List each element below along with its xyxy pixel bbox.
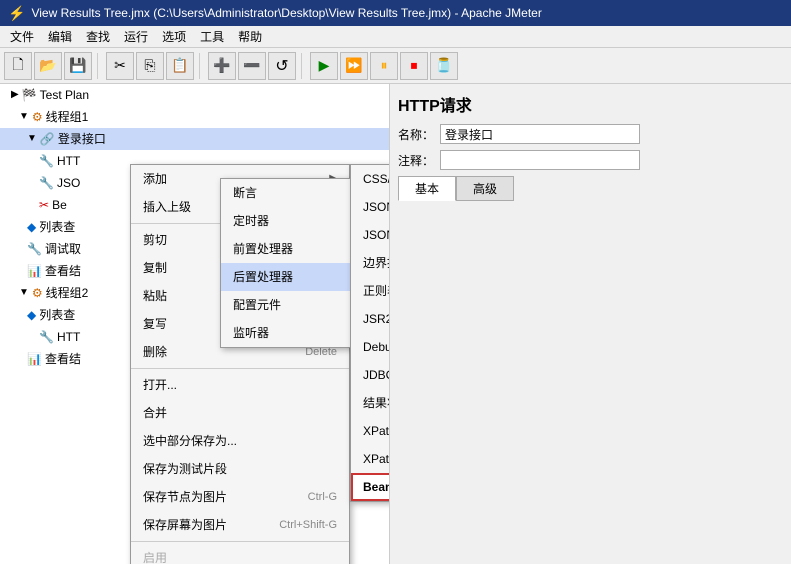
menu-help[interactable]: 帮助: [232, 26, 268, 47]
app-icon: ⚡: [8, 5, 25, 22]
threadgroup1-icon: ⚙: [32, 108, 43, 126]
menu-options[interactable]: 选项: [156, 26, 192, 47]
menu-find[interactable]: 查找: [80, 26, 116, 47]
menu-file[interactable]: 文件: [4, 26, 40, 47]
pp-xpath[interactable]: XPath提取器: [351, 417, 390, 445]
expand-icon-login: ▼: [27, 130, 37, 148]
tree-node-threadgroup1[interactable]: ▼ ⚙ 线程组1: [0, 106, 389, 128]
menu-edit[interactable]: 编辑: [42, 26, 78, 47]
ctx-enable[interactable]: 启用: [131, 544, 349, 564]
name-label: 名称：: [398, 126, 434, 143]
ctx-save-selection[interactable]: 选中部分保存为...: [131, 427, 349, 455]
play-fast-button[interactable]: ⏩: [340, 52, 368, 80]
tabs-bar: 基本 高级: [398, 176, 783, 201]
jso-icon: 🔧: [39, 174, 54, 192]
submenu-postprocessor: CSS/jQuery提取器 JSON提取器 JSON JMESPath Extr…: [350, 164, 390, 502]
copy-button[interactable]: ⎘: [136, 52, 164, 80]
paste-button[interactable]: 📋: [166, 52, 194, 80]
pp-xpath2[interactable]: XPath2 Extractor: [351, 445, 390, 473]
ctx-merge[interactable]: 合并: [131, 399, 349, 427]
tree-panel: ▶ 🏁 Test Plan ▼ ⚙ 线程组1 ▼ 🔗 登录接口 🔧 HTT 🔧 …: [0, 84, 390, 564]
cut-button[interactable]: ✂: [106, 52, 134, 80]
testplan-icon: 🏁: [22, 86, 37, 104]
menu-bar: 文件 编辑 查找 运行 选项 工具 帮助: [0, 26, 791, 48]
open-button[interactable]: 📂: [34, 52, 62, 80]
menu-tools[interactable]: 工具: [194, 26, 230, 47]
reset-button[interactable]: ↺: [268, 52, 296, 80]
ctx-sep-2: [131, 368, 349, 369]
menu-run[interactable]: 运行: [118, 26, 154, 47]
pp-json-jmes[interactable]: JSON JMESPath Extractor: [351, 221, 390, 249]
title-text: View Results Tree.jmx (C:\Users\Administ…: [31, 6, 541, 20]
view1-icon: 📊: [27, 262, 42, 280]
title-bar: ⚡ View Results Tree.jmx (C:\Users\Admini…: [0, 0, 791, 26]
pp-jsr223[interactable]: JSR223 PostProcessor: [351, 305, 390, 333]
name-row: 名称：: [398, 124, 783, 144]
new-button[interactable]: 🗋: [4, 52, 32, 80]
toolbar: 🗋 📂 💾 ✂ ⎘ 📋 ➕ ➖ ↺ ▶ ⏩ ⏸ ⏹ 🫙: [0, 48, 791, 84]
htt-icon: 🔧: [39, 152, 54, 170]
tree-node-login[interactable]: ▼ 🔗 登录接口: [0, 128, 389, 150]
view2-icon: 📊: [27, 350, 42, 368]
ctx-open[interactable]: 打开...: [131, 371, 349, 399]
separator-3: [301, 53, 305, 79]
play-button[interactable]: ▶: [310, 52, 338, 80]
ctx-sep-3: [131, 541, 349, 542]
ctx-save-node-image[interactable]: 保存节点为图片 Ctrl-G: [131, 483, 349, 511]
panel-title: HTTP请求: [398, 92, 783, 116]
name-input[interactable]: [440, 124, 640, 144]
list1-icon: ◆: [27, 218, 36, 236]
tree-node-testplan[interactable]: ▶ 🏁 Test Plan: [0, 84, 389, 106]
htt2-icon: 🔧: [39, 328, 54, 346]
list2-icon: ◆: [27, 306, 36, 324]
stop-button[interactable]: ⏹: [400, 52, 428, 80]
expand-icon-2: ▼: [19, 284, 29, 302]
separator-1: [97, 53, 101, 79]
comment-label: 注释：: [398, 152, 434, 169]
comment-row: 注释：: [398, 150, 783, 170]
right-panel: HTTP请求 名称： 注释： 基本 高级: [390, 84, 791, 564]
ctx-save-as-fragment[interactable]: 保存为测试片段: [131, 455, 349, 483]
pp-json[interactable]: JSON提取器: [351, 193, 390, 221]
tab-basic[interactable]: 基本: [398, 176, 456, 201]
remove-button[interactable]: ➖: [238, 52, 266, 80]
jar-button[interactable]: 🫙: [430, 52, 458, 80]
expand-icon: ▶: [11, 86, 19, 104]
add-button[interactable]: ➕: [208, 52, 236, 80]
separator-2: [199, 53, 203, 79]
pp-regex[interactable]: 正则表达式提取器: [351, 277, 390, 305]
debug-icon: 🔧: [27, 240, 42, 258]
pp-css-jquery[interactable]: CSS/jQuery提取器: [351, 165, 390, 193]
pause-button[interactable]: ⏸: [370, 52, 398, 80]
pp-beanshell[interactable]: BeanShell PostProcessor: [351, 473, 390, 501]
expand-icon-1: ▼: [19, 108, 29, 126]
pp-boundary[interactable]: 边界提取器: [351, 249, 390, 277]
pp-jdbc[interactable]: JDBC PostProcessor: [351, 361, 390, 389]
comment-input[interactable]: [440, 150, 640, 170]
save-button[interactable]: 💾: [64, 52, 92, 80]
pp-debug[interactable]: Debug PostProcessor: [351, 333, 390, 361]
pp-result-status[interactable]: 结果状态处理器: [351, 389, 390, 417]
main-content: ▶ 🏁 Test Plan ▼ ⚙ 线程组1 ▼ 🔗 登录接口 🔧 HTT 🔧 …: [0, 84, 791, 564]
be-icon: ✂: [39, 196, 49, 214]
login-icon: 🔗: [40, 130, 55, 148]
ctx-save-screen-image[interactable]: 保存屏幕为图片 Ctrl+Shift-G: [131, 511, 349, 539]
threadgroup2-icon: ⚙: [32, 284, 43, 302]
tab-advanced[interactable]: 高级: [456, 176, 514, 201]
